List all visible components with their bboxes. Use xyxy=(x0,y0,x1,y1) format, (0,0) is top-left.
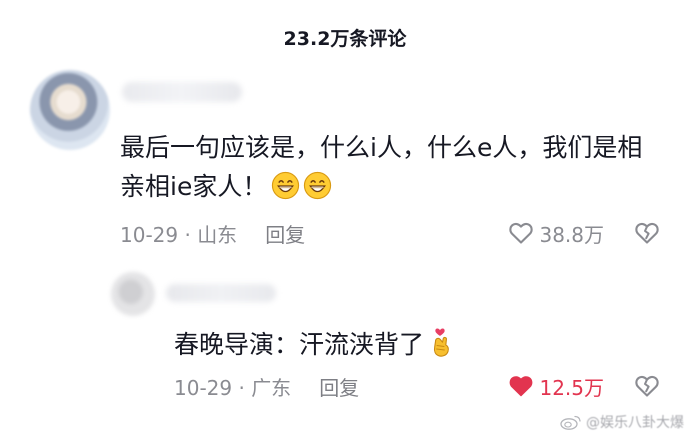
comment-body: 最后一句应该是，什么i人，什么e人，我们是相亲相ie家人！ xyxy=(120,128,660,206)
watermark-text: @娱乐八卦大爆 xyxy=(586,415,684,431)
grinning-face-icon xyxy=(304,171,332,200)
reply-meta-row: 10-29 · 广东 回复 12.5万 xyxy=(174,371,660,401)
comment-meta-row: 10-29 · 山东 回复 38.8万 xyxy=(120,218,660,248)
like-button[interactable]: 12.5万 xyxy=(508,372,604,401)
heart-filled-icon xyxy=(510,376,533,397)
reply-button[interactable]: 回复 xyxy=(319,372,359,401)
dislike-button[interactable] xyxy=(634,221,660,245)
emoji-group xyxy=(271,171,332,200)
reply-body: 春晚导演：汗流浃背了 xyxy=(174,325,456,363)
reply-date-location: 10-29 · 广东 xyxy=(174,375,292,400)
weibo-logo-icon xyxy=(560,415,581,430)
comment-text: 最后一句应该是，什么i人，什么e人，我们是相亲相ie家人！ xyxy=(120,133,643,201)
like-count: 38.8万 xyxy=(539,222,604,247)
reply-avatar[interactable] xyxy=(111,272,155,316)
blurred-username[interactable] xyxy=(166,284,276,302)
reply-button[interactable]: 回复 xyxy=(265,219,305,248)
comment-count-title: 23.2万条评论 xyxy=(283,28,407,50)
heart-outline-icon xyxy=(509,222,534,244)
commenter-avatar[interactable] xyxy=(30,70,110,150)
like-count: 12.5万 xyxy=(539,375,604,400)
broken-heart-icon xyxy=(635,222,659,244)
like-button[interactable]: 38.8万 xyxy=(508,219,604,248)
watermark: @娱乐八卦大爆 xyxy=(560,412,684,432)
comment-date-location: 10-29 · 山东 xyxy=(120,222,238,247)
dislike-button[interactable] xyxy=(634,374,660,398)
grinning-face-icon xyxy=(272,171,300,200)
blurred-username[interactable] xyxy=(122,82,242,102)
broken-heart-icon xyxy=(635,375,659,397)
finger-heart-hand-icon xyxy=(433,328,449,357)
reply-text: 春晚导演：汗流浃背了 xyxy=(174,330,425,359)
